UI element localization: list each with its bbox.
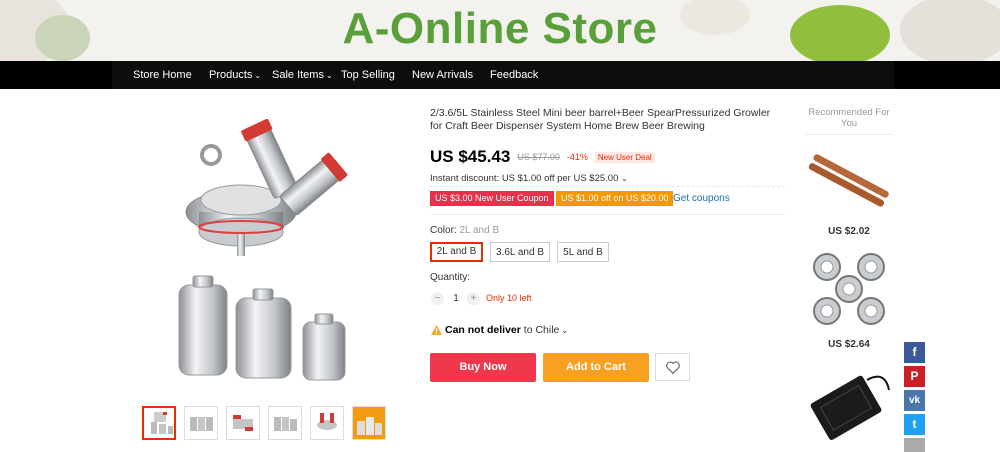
store-title: A-Online Store [342,4,658,53]
thumbnail[interactable] [184,406,218,440]
instant-discount[interactable]: Instant discount: US $1.00 off per US $2… [430,173,628,184]
vk-icon[interactable]: vk [904,390,925,411]
nav-products[interactable]: Products ⌄ [209,61,261,89]
color-label-text: Color: [430,225,457,236]
thumbnail[interactable] [142,406,176,440]
recommended-item-image[interactable] [805,245,893,333]
recommended-item-image[interactable] [805,360,893,450]
stock-remaining: Only 10 left [486,293,532,303]
current-price: US $45.43 [430,147,511,166]
quantity-label: Quantity: [430,272,471,283]
quantity-decrease-button[interactable]: − [431,292,444,305]
recommended-item-price: US $2.64 [828,339,870,350]
product-main-image[interactable] [141,100,391,395]
store-coupon[interactable]: US $1.00 off on US $20.00 [556,191,674,206]
store-banner: A-Online Store [0,0,1000,61]
nav-top-selling[interactable]: Top Selling [341,61,395,89]
twitter-icon[interactable]: t [904,414,925,435]
new-user-deal-badge: New User Deal [594,151,655,163]
pinterest-icon[interactable]: P [904,366,925,387]
divider [805,134,893,135]
wooden-tongs-icon [808,154,889,207]
thumbnail[interactable] [268,406,302,440]
nav-store-home[interactable]: Store Home [133,61,192,89]
discount-percent: -41% [566,152,588,162]
color-option-5l[interactable]: 5L and B [557,242,609,262]
heart-icon [665,361,680,374]
wishlist-button[interactable] [655,353,690,381]
cannot-deliver-text: Can not deliver [445,324,521,336]
quantity-input[interactable] [448,292,464,305]
nav-feedback[interactable]: Feedback [490,61,538,89]
product-title: 2/3.6/5L Stainless Steel Mini beer barre… [430,107,771,132]
nav-label: Feedback [490,69,539,81]
price-row: US $45.43 US $77.00 -41% New User Deal [430,146,655,168]
color-label: Color: 2L and B [430,225,499,236]
facebook-icon[interactable]: f [904,342,925,363]
buy-now-button[interactable]: Buy Now [430,353,536,382]
steel-rings-icon [813,253,885,325]
divider [430,214,785,215]
beer-keg-illustration [178,118,348,381]
warning-icon [431,325,442,335]
recommended-title: Recommended For You [808,107,890,129]
color-option-2l[interactable]: 2L and B [430,242,483,262]
deliver-destination: to Chile [523,324,560,336]
color-option-3-6l[interactable]: 3.6L and B [490,242,550,262]
chevron-down-icon: ⌄ [621,174,628,183]
thumbnail[interactable] [226,406,260,440]
thumbnail[interactable] [352,406,386,440]
original-price: US $77.00 [517,152,560,162]
store-nav: Store Home Products ⌄ Sale Items ⌄ Top Sel… [0,61,1000,89]
recommended-item-price: US $2.02 [828,226,870,237]
chevron-down-icon: ⌄ [254,71,262,80]
heating-pad-icon [810,375,890,440]
more-share-icon[interactable] [904,438,925,452]
instant-discount-text: Instant discount: US $1.00 off per US $2… [430,173,619,184]
nav-new-arrivals[interactable]: New Arrivals [412,61,473,89]
get-coupons-link[interactable]: Get coupons [673,193,730,204]
thumbnail[interactable] [310,406,344,440]
new-user-coupon[interactable]: US $3.00 New User Coupon [430,191,554,206]
add-to-cart-button[interactable]: Add to Cart [543,353,649,382]
nav-label: Products [209,69,253,81]
color-selected-value: 2L and B [459,225,500,236]
chevron-down-icon: ⌄ [561,325,569,335]
quantity-increase-button[interactable]: + [467,292,480,305]
divider [430,186,785,187]
nav-sale-items[interactable]: Sale Items ⌄ [272,61,333,89]
nav-label: Sale Items [272,69,324,81]
chevron-down-icon: ⌄ [325,71,333,80]
nav-label: Top Selling [341,69,395,81]
recommended-item-image[interactable] [805,140,893,220]
nav-label: New Arrivals [412,69,474,81]
shipping-notice[interactable]: Can not deliver to Chile ⌄ [431,324,568,336]
nav-label: Store Home [133,69,192,81]
